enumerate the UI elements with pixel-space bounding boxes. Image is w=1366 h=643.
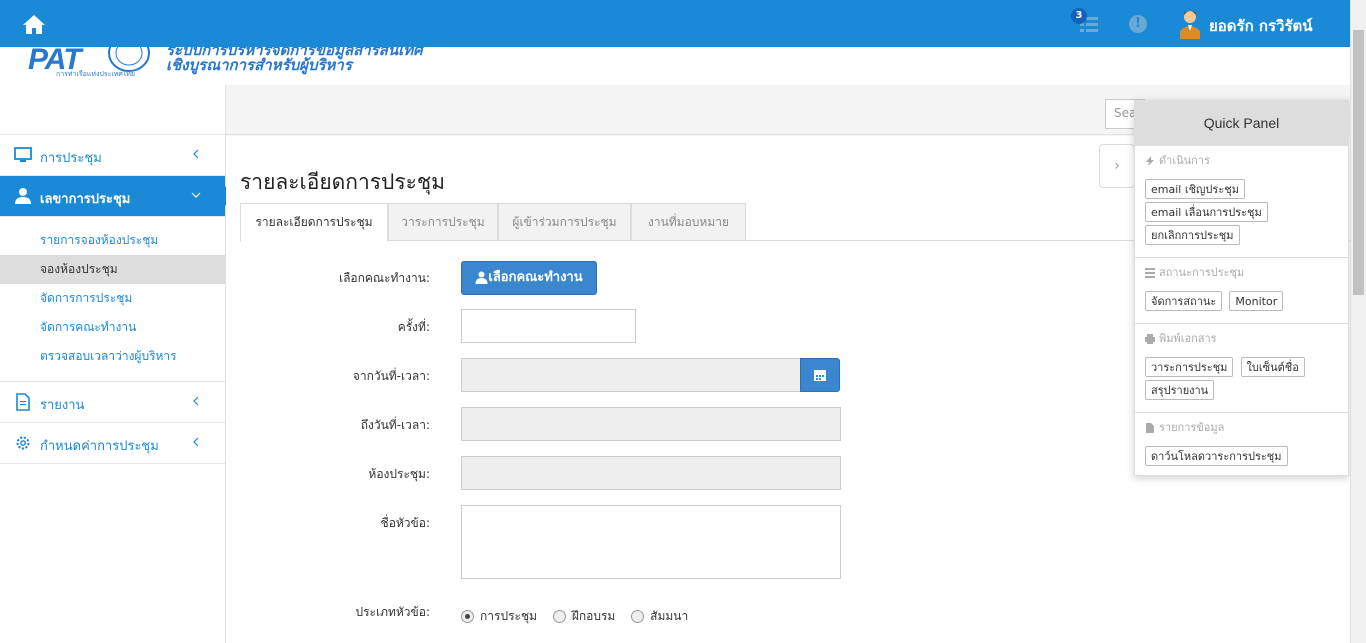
sidebar-item-label: การประชุม xyxy=(40,151,102,166)
submenu-item-check-availability[interactable]: ตรวจสอบเวลาว่างผู้บริหาร xyxy=(0,342,225,371)
radio-button[interactable] xyxy=(552,610,566,623)
select-committee-label: เลือกคณะทำงาน xyxy=(488,270,583,285)
sidebar-item-report[interactable]: รายงาน xyxy=(0,382,225,423)
calendar-icon xyxy=(814,370,826,381)
avatar[interactable] xyxy=(1178,9,1202,39)
tab-details[interactable]: รายละเอียดการประชุม xyxy=(240,203,388,242)
system-title-line2: เชิงบูรณาการสำหรับผู้บริหาร xyxy=(166,56,352,74)
tab-agenda[interactable]: วาระการประชุม xyxy=(388,203,498,241)
sidebar-header xyxy=(0,85,225,135)
print-agenda-button[interactable]: วาระการประชุม xyxy=(1145,357,1234,377)
room-input[interactable] xyxy=(461,456,841,490)
sidebar-submenu: รายการจองห้องประชุม จองห้องประชุม จัดการ… xyxy=(0,217,225,382)
download-agenda-button[interactable]: ดาว์นโหลดวาระการประชุม xyxy=(1145,446,1288,466)
sidebar: การประชุม เลขาการประชุม รายการจองห้องประ… xyxy=(0,85,235,643)
file-icon xyxy=(1146,423,1154,433)
document-icon xyxy=(16,393,30,411)
notification-badge: 3 xyxy=(1071,8,1087,24)
seal-icon xyxy=(108,47,150,72)
user-name[interactable]: ยอดรัก กรวิรัตน์ xyxy=(1209,14,1313,38)
manage-status-button[interactable]: จัดการสถานะ xyxy=(1145,291,1223,311)
meeting-number-label: ครั้งที่: xyxy=(397,320,430,334)
page-scrollbar[interactable] xyxy=(1350,0,1366,643)
subject-type-label: ประเภทหัวข้อ: xyxy=(355,605,430,619)
tab-assignments[interactable]: งานที่มอบหมาย xyxy=(631,203,746,241)
chevron-left-icon xyxy=(193,149,199,159)
radio-button[interactable] xyxy=(461,610,474,623)
print-signin-button[interactable]: ใบเซ็นต์ชื่อ xyxy=(1240,357,1305,377)
from-datetime-input[interactable] xyxy=(461,358,801,392)
monitor-icon xyxy=(14,147,32,162)
sidebar-item-secretary[interactable]: เลขาการประชุม xyxy=(0,176,235,217)
sidebar-item-label: เลขาการประชุม xyxy=(40,192,131,207)
subject-type-radio-group: การประชุม ฝึกอบรม สัมมนา xyxy=(461,607,700,625)
radio-meeting[interactable]: การประชุม xyxy=(461,607,537,626)
room-label: ห้องประชุม: xyxy=(368,467,430,481)
print-icon xyxy=(1145,334,1155,344)
qp-section-data: รายการข้อมูล ดาว์นโหลดวาระการประชุม xyxy=(1135,413,1348,478)
cancel-meeting-button[interactable]: ยกเลิกการประชุม xyxy=(1145,225,1240,245)
home-icon[interactable] xyxy=(22,13,46,35)
email-postpone-button[interactable]: email เลื่อนการประชุม xyxy=(1145,202,1268,222)
submenu-item-book-room[interactable]: จองห้องประชุม xyxy=(0,255,225,284)
tab-attendees[interactable]: ผู้เข้าร่วมการประชุม xyxy=(498,203,631,241)
page-title: รายละเอียดการประชุม xyxy=(240,170,446,194)
print-summary-button[interactable]: สรุปรายงาน xyxy=(1145,380,1215,400)
chevron-left-icon xyxy=(193,396,199,406)
select-committee-button[interactable]: เลือกคณะทำงาน xyxy=(461,261,597,295)
to-datetime-input[interactable] xyxy=(461,407,841,441)
sidebar-item-settings[interactable]: กำหนดค่าการประชุม xyxy=(0,423,225,464)
radio-seminar[interactable]: สัมมนา xyxy=(631,607,688,626)
radio-button[interactable] xyxy=(631,610,645,623)
qp-section-actions: ดำเนินการ email เชิญประชุม email เลื่อนก… xyxy=(1135,146,1348,258)
submenu-item-manage-committee[interactable]: จัดการคณะทำงาน xyxy=(0,313,225,342)
committee-label: เลือกคณะทำงาน: xyxy=(338,271,430,285)
sidebar-item-label: กำหนดค่าการประชุม xyxy=(40,439,159,454)
from-datetime-label: จากวันที่-เวลา: xyxy=(352,369,430,383)
qp-section-status: สถานะการประชุม จัดการสถานะ Monitor xyxy=(1135,258,1348,324)
gear-icon xyxy=(16,436,30,450)
logo-banner: PAT การท่าเรือแห่งประเทศไทย ระบบการบริหา… xyxy=(0,47,1350,85)
chevron-left-icon xyxy=(193,437,199,447)
subject-textarea[interactable] xyxy=(461,505,841,579)
top-navbar: 3 ! ยอดรัก กรวิรัตน์ xyxy=(0,0,1366,47)
alert-icon[interactable]: ! xyxy=(1129,15,1147,33)
quick-panel-title: Quick Panel xyxy=(1135,101,1348,146)
submenu-item-manage-meeting[interactable]: จัดการการประชุม xyxy=(0,284,225,313)
meeting-number-input[interactable] xyxy=(461,309,636,343)
monitor-button[interactable]: Monitor xyxy=(1229,291,1284,311)
submenu-item-room-list[interactable]: รายการจองห้องประชุม xyxy=(0,226,225,255)
list-icon xyxy=(1145,268,1155,278)
chevron-right-icon[interactable]: › xyxy=(1099,144,1135,188)
subject-label: ชื่อหัวข้อ: xyxy=(380,516,430,530)
bolt-icon xyxy=(1146,156,1154,166)
calendar-button[interactable] xyxy=(800,358,840,392)
sidebar-item-label: รายงาน xyxy=(40,398,85,413)
user-icon xyxy=(15,188,31,204)
chevron-down-icon xyxy=(191,192,201,198)
quick-panel: Quick Panel ดำเนินการ email เชิญประชุม e… xyxy=(1134,100,1349,476)
sidebar-item-meeting[interactable]: การประชุม xyxy=(0,135,225,176)
to-datetime-label: ถึงวันที่-เวลา: xyxy=(360,418,430,432)
email-invite-button[interactable]: email เชิญประชุม xyxy=(1145,179,1245,199)
user-icon xyxy=(475,271,488,284)
scrollbar-thumb[interactable] xyxy=(1353,30,1364,295)
qp-section-print: พิมพ์เอกสาร วาระการประชุม ใบเซ็นต์ชื่อ ส… xyxy=(1135,324,1348,413)
radio-training[interactable]: ฝึกอบรม xyxy=(552,607,615,626)
